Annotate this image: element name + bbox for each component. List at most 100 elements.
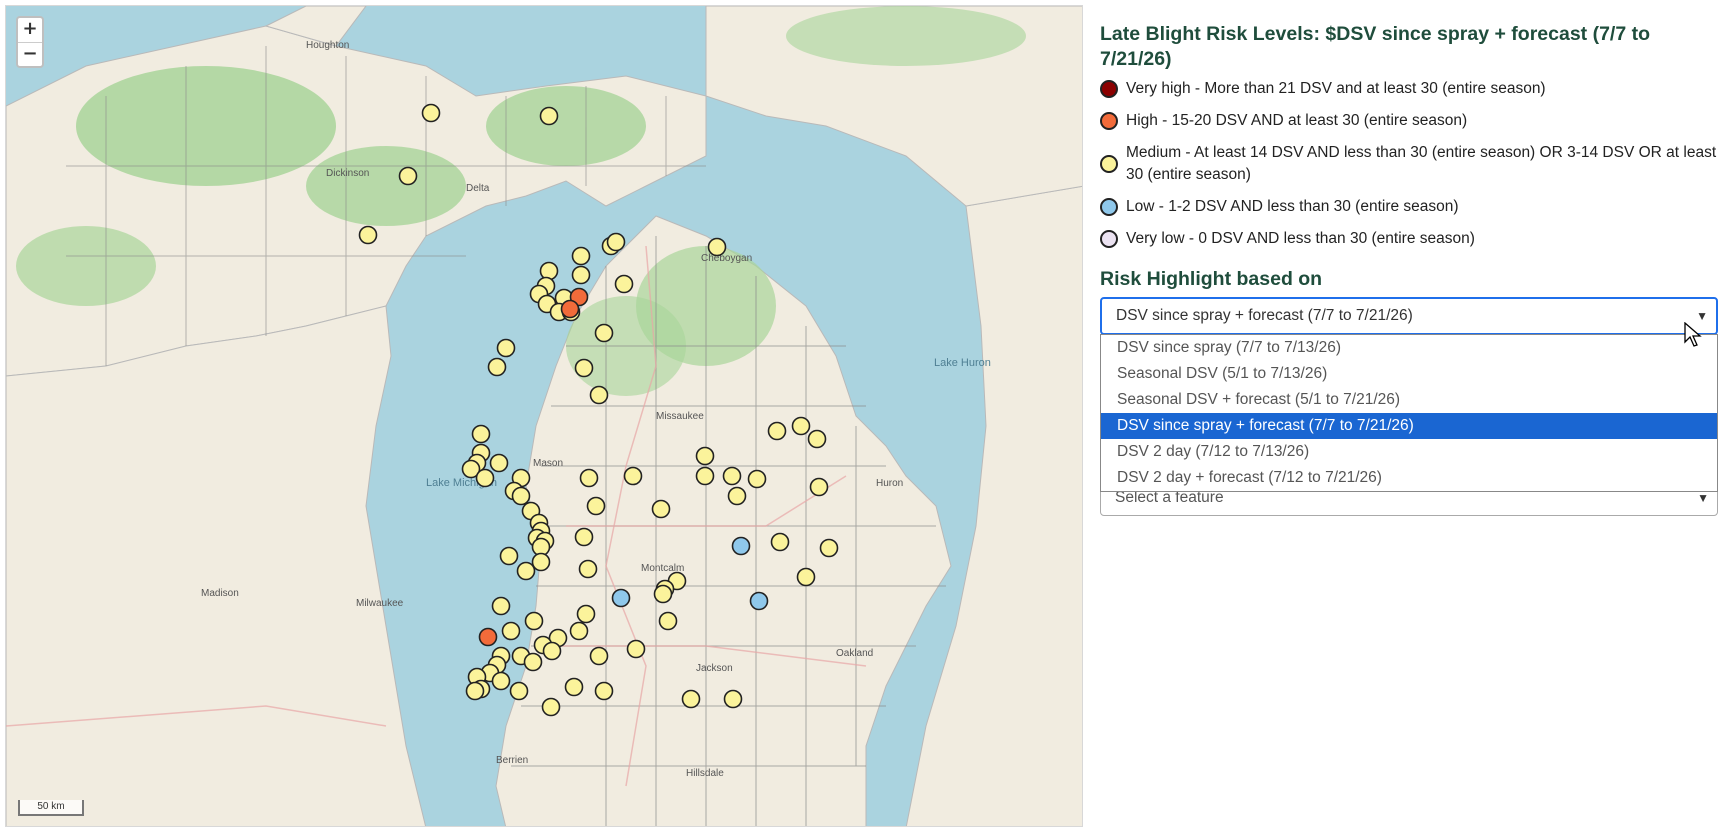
station-marker-medium[interactable] (574, 527, 594, 547)
medium-swatch-icon (1100, 155, 1118, 173)
forest-patch (786, 6, 1026, 66)
station-marker-medium[interactable] (651, 499, 671, 519)
station-marker-medium[interactable] (623, 466, 643, 486)
station-marker-medium[interactable] (471, 424, 491, 444)
station-marker-medium[interactable] (541, 697, 561, 717)
dropdown-option-selected[interactable]: DSV since spray + forecast (7/7 to 7/21/… (1101, 413, 1717, 439)
station-marker-medium[interactable] (579, 468, 599, 488)
station-marker-medium[interactable] (487, 357, 507, 377)
station-marker-medium[interactable] (496, 338, 516, 358)
map-label-hillsdale: Hillsdale (686, 768, 724, 779)
station-marker-medium[interactable] (589, 385, 609, 405)
map-label-delta: Delta (466, 183, 490, 194)
station-marker-medium[interactable] (586, 496, 606, 516)
map-label-lake-huron: Lake Huron (934, 357, 991, 369)
station-marker-medium[interactable] (606, 232, 626, 252)
station-marker-medium[interactable] (574, 358, 594, 378)
station-marker-medium[interactable] (589, 646, 609, 666)
map-label-huron: Huron (876, 478, 903, 489)
station-marker-medium[interactable] (791, 416, 811, 436)
station-marker-medium[interactable] (531, 552, 551, 572)
dropdown-option[interactable]: Seasonal DSV + forecast (5/1 to 7/21/26) (1101, 387, 1717, 413)
station-marker-low[interactable] (731, 536, 751, 556)
station-marker-medium[interactable] (564, 677, 584, 697)
station-marker-medium[interactable] (499, 546, 519, 566)
station-marker-medium[interactable] (569, 621, 589, 641)
station-marker-medium[interactable] (571, 265, 591, 285)
station-marker-medium[interactable] (516, 561, 536, 581)
station-marker-medium[interactable] (722, 466, 742, 486)
station-marker-medium[interactable] (626, 639, 646, 659)
station-marker-medium[interactable] (695, 466, 715, 486)
station-marker-medium[interactable] (796, 567, 816, 587)
station-marker-medium[interactable] (475, 468, 495, 488)
forest-patch (486, 86, 646, 166)
station-marker-low[interactable] (611, 588, 631, 608)
station-marker-medium[interactable] (653, 584, 673, 604)
station-marker-medium[interactable] (614, 274, 634, 294)
station-marker-medium[interactable] (511, 486, 531, 506)
station-marker-medium[interactable] (465, 681, 485, 701)
side-panel: Late Blight Risk Levels: $DSV since spra… (1100, 18, 1718, 516)
map-label-milwaukee: Milwaukee (356, 598, 404, 609)
risk-highlight-dropdown: DSV since spray (7/7 to 7/13/26) Seasona… (1100, 334, 1718, 492)
station-marker-medium[interactable] (807, 429, 827, 449)
station-marker-medium[interactable] (539, 106, 559, 126)
forest-patch (306, 146, 466, 226)
station-marker-medium[interactable] (491, 596, 511, 616)
station-marker-medium[interactable] (770, 532, 790, 552)
station-marker-medium[interactable] (539, 261, 559, 281)
station-marker-medium[interactable] (524, 611, 544, 631)
map-label-dickinson: Dickinson (326, 168, 369, 179)
zoom-out-button[interactable]: − (18, 42, 42, 66)
station-marker-medium[interactable] (542, 641, 562, 661)
station-marker-medium[interactable] (398, 166, 418, 186)
legend-label: Medium - At least 14 DSV AND less than 3… (1126, 144, 1717, 183)
map-view[interactable]: Houghton Dickinson Delta Cheboygan Mason… (5, 5, 1083, 827)
station-marker-medium[interactable] (695, 446, 715, 466)
station-marker-medium[interactable] (747, 469, 767, 489)
map-label-berrien: Berrien (496, 755, 528, 766)
station-marker-medium[interactable] (489, 453, 509, 473)
dropdown-option[interactable]: DSV 2 day (7/12 to 7/13/26) (1101, 439, 1717, 465)
station-marker-medium[interactable] (767, 421, 787, 441)
station-marker-medium[interactable] (723, 689, 743, 709)
mouse-cursor-icon (1684, 322, 1702, 347)
dropdown-option[interactable]: DSV 2 day + forecast (7/12 to 7/21/26) (1101, 465, 1717, 491)
legend-label: Low - 1-2 DSV AND less than 30 (entire s… (1126, 198, 1459, 215)
station-marker-medium[interactable] (681, 689, 701, 709)
dropdown-option[interactable]: DSV since spray (7/7 to 7/13/26) (1101, 335, 1717, 361)
station-marker-medium[interactable] (658, 611, 678, 631)
high-swatch-icon (1100, 112, 1118, 130)
legend-item-very-high: Very high - More than 21 DSV and at leas… (1100, 78, 1718, 100)
station-marker-low[interactable] (749, 591, 769, 611)
map-label-cheboygan: Cheboygan (701, 253, 752, 264)
risk-highlight-selected-value: DSV since spray + forecast (7/7 to 7/21/… (1116, 307, 1413, 324)
station-marker-medium[interactable] (523, 652, 543, 672)
station-marker-medium[interactable] (707, 237, 727, 257)
highlight-section-title: Risk Highlight based on (1100, 268, 1323, 290)
zoom-in-button[interactable]: + (18, 18, 42, 42)
station-marker-medium[interactable] (594, 323, 614, 343)
station-marker-medium[interactable] (571, 246, 591, 266)
station-marker-medium[interactable] (491, 671, 511, 691)
station-marker-high[interactable] (478, 627, 498, 647)
dropdown-option[interactable]: Seasonal DSV (5/1 to 7/13/26) (1101, 361, 1717, 387)
station-marker-medium[interactable] (501, 621, 521, 641)
forest-patch (16, 226, 156, 306)
risk-highlight-select[interactable]: DSV since spray + forecast (7/7 to 7/21/… (1100, 297, 1718, 335)
station-marker-medium[interactable] (727, 486, 747, 506)
station-marker-medium[interactable] (578, 559, 598, 579)
low-swatch-icon (1100, 198, 1118, 216)
station-marker-high[interactable] (560, 299, 580, 319)
map-canvas[interactable]: Houghton Dickinson Delta Cheboygan Mason… (6, 6, 1083, 827)
station-marker-medium[interactable] (421, 103, 441, 123)
station-marker-medium[interactable] (819, 538, 839, 558)
wisconsin-land (6, 305, 427, 826)
station-marker-medium[interactable] (358, 225, 378, 245)
station-marker-medium[interactable] (509, 681, 529, 701)
legend-label: Very low - 0 DSV AND less than 30 (entir… (1126, 230, 1475, 247)
station-marker-medium[interactable] (594, 681, 614, 701)
station-marker-medium[interactable] (809, 477, 829, 497)
station-marker-medium[interactable] (576, 604, 596, 624)
